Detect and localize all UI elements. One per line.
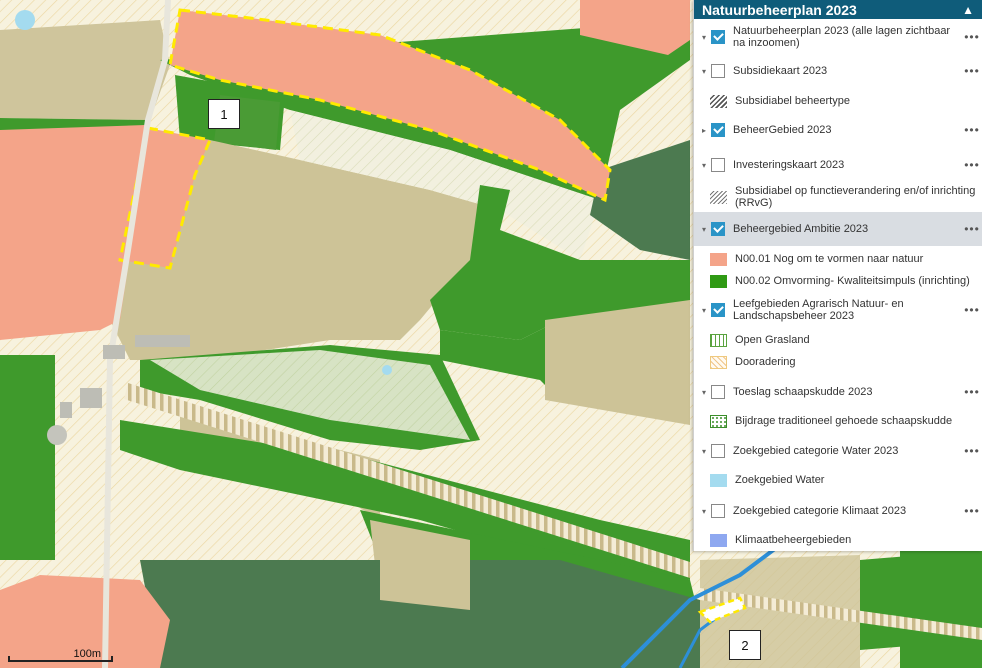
more-options-icon[interactable]: ••• bbox=[961, 385, 982, 399]
layer-label: Leefgebieden Agrarisch Natuur- en Landsc… bbox=[733, 298, 904, 322]
layer-label: Beheergebied Ambitie 2023 bbox=[733, 223, 869, 235]
layer-checkbox[interactable] bbox=[711, 64, 725, 78]
legend-item: Subsidiabel beheertype bbox=[694, 93, 982, 109]
legend-item: Klimaatbeheergebieden bbox=[694, 532, 982, 548]
expand-icon[interactable]: ▾ bbox=[699, 507, 709, 516]
panel-title: Natuurbeheerplan 2023 bbox=[702, 1, 857, 18]
building bbox=[80, 388, 102, 408]
legend-swatch bbox=[710, 333, 727, 347]
more-options-icon[interactable]: ••• bbox=[961, 30, 982, 44]
legend-item: N00.01 Nog om te vormen naar natuur bbox=[694, 251, 982, 267]
more-options-icon[interactable]: ••• bbox=[961, 158, 982, 172]
legend-item: Zoekgebied Water bbox=[694, 472, 982, 488]
legend-item: Dooradering bbox=[694, 354, 982, 370]
layer-subsidiekaart[interactable]: ▾ Subsidiekaart 2023 ••• bbox=[694, 62, 982, 80]
pond bbox=[15, 10, 35, 30]
layer-investeringskaart[interactable]: ▾ Investeringskaart 2023 ••• bbox=[694, 156, 982, 174]
building bbox=[103, 345, 125, 359]
farmland-area bbox=[380, 540, 470, 610]
expand-icon[interactable]: ▾ bbox=[699, 33, 709, 42]
legend-label: Subsidiabel beheertype bbox=[735, 95, 850, 107]
legend-item: Bijdrage traditioneel gehoede schaapskud… bbox=[694, 413, 982, 429]
layer-checkbox[interactable] bbox=[711, 303, 725, 317]
more-options-icon[interactable]: ••• bbox=[961, 504, 982, 518]
expand-icon[interactable]: ▾ bbox=[699, 225, 709, 234]
layer-label: Toeslag schaapskudde 2023 bbox=[733, 386, 873, 398]
legend-item: Open Grasland bbox=[694, 332, 982, 348]
layer-beheergebied-ambitie[interactable]: ▾ Beheergebied Ambitie 2023 ••• bbox=[694, 212, 982, 246]
more-options-icon[interactable]: ••• bbox=[961, 123, 982, 137]
legend-swatch bbox=[710, 355, 727, 369]
layer-checkbox[interactable] bbox=[711, 123, 725, 137]
callout-2: 2 bbox=[729, 630, 761, 660]
expand-icon[interactable]: ▾ bbox=[699, 388, 709, 397]
layer-checkbox[interactable] bbox=[711, 222, 725, 236]
layer-list-panel[interactable]: Natuurbeheerplan 2023 ▲ ▾ Natuurbeheerpl… bbox=[693, 0, 982, 551]
layer-label: BeheerGebied 2023 bbox=[733, 124, 832, 136]
layer-label: Subsidiekaart 2023 bbox=[733, 65, 828, 77]
layer-checkbox[interactable] bbox=[711, 385, 725, 399]
layer-leefgebieden[interactable]: ▾ Leefgebieden Agrarisch Natuur- en Land… bbox=[694, 296, 982, 324]
layer-zoekgebied-water[interactable]: ▾ Zoekgebied categorie Water 2023 ••• bbox=[694, 442, 982, 460]
layer-label: Investeringskaart 2023 bbox=[733, 159, 845, 171]
more-options-icon[interactable]: ••• bbox=[961, 222, 982, 236]
legend-swatch bbox=[710, 533, 727, 547]
legend-label: Dooradering bbox=[735, 356, 796, 368]
green-block bbox=[0, 355, 55, 560]
legend-swatch bbox=[710, 274, 727, 288]
legend-label: Bijdrage traditioneel gehoede schaapskud… bbox=[735, 415, 953, 427]
scale-bar: 100m bbox=[8, 648, 113, 664]
green-block bbox=[900, 545, 982, 668]
layer-beheergebied[interactable]: ▸ BeheerGebied 2023 ••• bbox=[694, 121, 982, 139]
scale-bar-label: 100m bbox=[73, 648, 101, 660]
layer-natuurbeheerplan[interactable]: ▾ Natuurbeheerplan 2023 (alle lagen zich… bbox=[694, 22, 982, 52]
expand-icon[interactable]: ▾ bbox=[699, 67, 709, 76]
legend-swatch bbox=[710, 473, 727, 487]
farmland-area bbox=[0, 20, 170, 120]
legend-label: Open Grasland bbox=[735, 334, 810, 346]
pond bbox=[382, 365, 392, 375]
layer-label: Zoekgebied categorie Water 2023 bbox=[733, 445, 899, 457]
layer-toeslag-schaapskudde[interactable]: ▾ Toeslag schaapskudde 2023 ••• bbox=[694, 383, 982, 401]
layer-checkbox[interactable] bbox=[711, 158, 725, 172]
building bbox=[135, 335, 190, 347]
more-options-icon[interactable]: ••• bbox=[961, 303, 982, 317]
legend-swatch bbox=[710, 190, 727, 204]
layer-checkbox[interactable] bbox=[711, 504, 725, 518]
layer-checkbox[interactable] bbox=[711, 30, 725, 44]
legend-swatch bbox=[710, 252, 727, 266]
legend-item: N00.02 Omvorming- Kwaliteitsimpuls (inri… bbox=[694, 273, 982, 289]
legend-item: Subsidiabel op functieverandering en/of … bbox=[694, 184, 982, 210]
more-options-icon[interactable]: ••• bbox=[961, 444, 982, 458]
legend-label: N00.01 Nog om te vormen naar natuur bbox=[735, 253, 924, 265]
expand-icon[interactable]: ▸ bbox=[699, 126, 709, 135]
building bbox=[60, 402, 72, 418]
expand-icon[interactable]: ▾ bbox=[699, 161, 709, 170]
collapse-icon[interactable]: ▲ bbox=[962, 3, 974, 17]
layer-label: Zoekgebied categorie Klimaat 2023 bbox=[733, 505, 907, 517]
legend-label: Klimaatbeheergebieden bbox=[735, 534, 852, 546]
legend-swatch bbox=[710, 94, 727, 108]
layer-zoekgebied-klimaat[interactable]: ▾ Zoekgebied categorie Klimaat 2023 ••• bbox=[694, 502, 982, 520]
expand-icon[interactable]: ▾ bbox=[699, 447, 709, 456]
expand-icon[interactable]: ▾ bbox=[699, 306, 709, 315]
layer-checkbox[interactable] bbox=[711, 444, 725, 458]
legend-swatch bbox=[710, 414, 727, 428]
callout-1: 1 bbox=[208, 99, 240, 129]
layer-label: Natuurbeheerplan 2023 (alle lagen zichtb… bbox=[733, 25, 951, 49]
legend-label: Zoekgebied Water bbox=[735, 474, 825, 486]
more-options-icon[interactable]: ••• bbox=[961, 64, 982, 78]
panel-header: Natuurbeheerplan 2023 ▲ bbox=[694, 0, 982, 19]
legend-label: Subsidiabel op functieverandering en/of … bbox=[735, 185, 976, 209]
legend-label: N00.02 Omvorming- Kwaliteitsimpuls (inri… bbox=[735, 275, 970, 287]
building bbox=[47, 425, 67, 445]
